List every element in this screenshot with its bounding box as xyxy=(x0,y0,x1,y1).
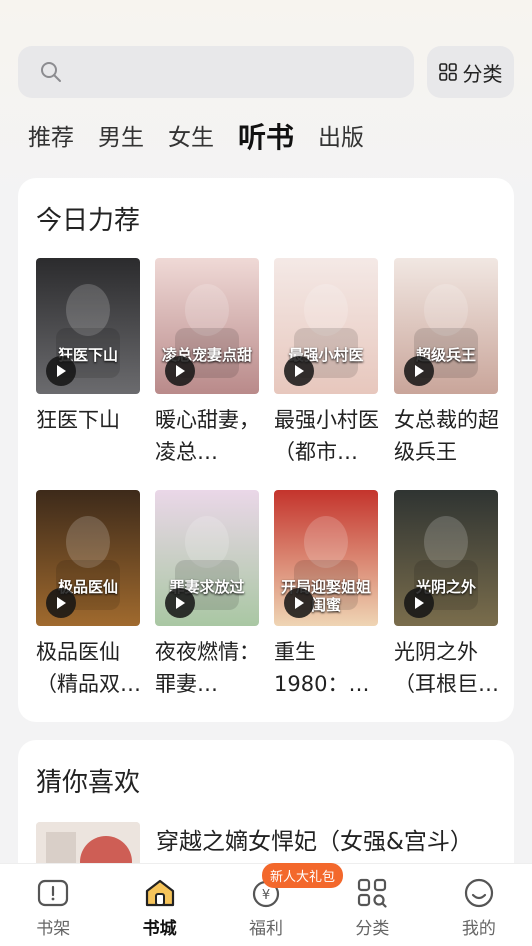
book-title[interactable]: 夜夜燃情：罪妻… xyxy=(155,636,265,700)
book-title[interactable]: 最强小村医（都市… xyxy=(274,404,384,468)
nav-label: 书城 xyxy=(142,919,177,939)
book-item[interactable]: 光阴之外 光阴之外（耳根巨… xyxy=(394,490,499,700)
book-item[interactable]: 凌总宠妻点甜 暖心甜妻，凌总… xyxy=(155,258,260,468)
play-button[interactable] xyxy=(404,356,434,386)
play-icon xyxy=(176,597,185,609)
book-cover[interactable]: 最强小村医 xyxy=(274,258,378,394)
book-item[interactable]: 开局迎娶姐姐闺蜜 重生1980：… xyxy=(274,490,378,700)
play-icon xyxy=(176,365,185,377)
play-icon xyxy=(415,597,424,609)
book-title[interactable]: 重生1980：… xyxy=(274,636,384,700)
play-button[interactable] xyxy=(284,588,314,618)
book-title[interactable]: 狂医下山 xyxy=(36,404,146,436)
category-button[interactable]: 分类 xyxy=(427,46,514,98)
header-background xyxy=(0,0,532,200)
nav-label: 我的 xyxy=(461,919,496,939)
nav-bookshelf[interactable]: 书架 xyxy=(0,864,106,946)
book-cover[interactable]: 超级兵王 xyxy=(394,258,498,394)
play-button[interactable] xyxy=(284,356,314,386)
play-icon xyxy=(415,365,424,377)
category-button-label: 分类 xyxy=(462,61,503,86)
grid-icon xyxy=(438,63,457,81)
bottom-nav: 书架 书城 ¥ 福利 分类 我的 新人大礼包 xyxy=(0,863,532,946)
tab-publish[interactable]: 出版 xyxy=(318,116,364,160)
tab-male[interactable]: 男生 xyxy=(98,116,144,160)
book-item[interactable]: 罪妻求放过 夜夜燃情：罪妻… xyxy=(155,490,260,700)
book-title[interactable]: 穿越之嫡女悍妃（女强&宫斗） xyxy=(156,822,473,856)
play-icon xyxy=(295,365,304,377)
book-cover[interactable]: 极品医仙 xyxy=(36,490,140,626)
today-picks-card: 今日力荐 狂医下山 狂医下山 凌总宠妻点甜 暖心甜妻，凌总… 最强小村医 最强小村医（都市… xyxy=(18,178,514,722)
book-cover[interactable]: 狂医下山 xyxy=(36,258,140,394)
play-icon xyxy=(57,365,66,377)
category-icon xyxy=(358,878,388,908)
play-button[interactable] xyxy=(46,588,76,618)
book-title[interactable]: 光阴之外（耳根巨… xyxy=(394,636,504,700)
book-item[interactable]: 最强小村医 最强小村医（都市… xyxy=(274,258,379,468)
book-item[interactable]: 极品医仙 极品医仙（精品双… xyxy=(36,490,141,700)
bookshelf-icon xyxy=(38,879,69,907)
book-cover[interactable]: 开局迎娶姐姐闺蜜 xyxy=(274,490,378,626)
section-title: 猜你喜欢 xyxy=(36,768,141,798)
nav-bookstore[interactable]: 书城 xyxy=(106,864,212,946)
channel-tabs: 推荐 男生 女生 听书 出版 xyxy=(28,116,364,160)
nav-label: 分类 xyxy=(355,919,390,939)
tab-female[interactable]: 女生 xyxy=(168,116,214,160)
search-icon xyxy=(41,62,61,82)
profile-icon xyxy=(464,878,493,908)
svg-text:¥: ¥ xyxy=(262,888,270,903)
book-title[interactable]: 极品医仙（精品双… xyxy=(36,636,146,700)
tab-audiobook[interactable]: 听书 xyxy=(238,116,294,160)
play-icon xyxy=(57,597,66,609)
bookstore-icon xyxy=(145,879,174,907)
book-cover[interactable]: 罪妻求放过 xyxy=(155,490,259,626)
nav-label: 福利 xyxy=(249,919,284,939)
play-icon xyxy=(295,597,304,609)
play-button[interactable] xyxy=(165,356,195,386)
nav-label: 书架 xyxy=(36,919,71,939)
section-title: 今日力荐 xyxy=(36,206,141,236)
tab-recommend[interactable]: 推荐 xyxy=(28,116,74,160)
new-user-gift-badge[interactable]: 新人大礼包 xyxy=(262,863,344,888)
play-button[interactable] xyxy=(404,588,434,618)
book-item[interactable]: 狂医下山 狂医下山 xyxy=(36,258,140,436)
book-title[interactable]: 女总裁的超级兵王 xyxy=(394,404,504,468)
play-button[interactable] xyxy=(46,356,76,386)
nav-profile[interactable]: 我的 xyxy=(426,864,532,946)
book-item[interactable]: 超级兵王 女总裁的超级兵王 xyxy=(394,258,499,468)
book-cover[interactable]: 光阴之外 xyxy=(394,490,498,626)
book-cover[interactable]: 凌总宠妻点甜 xyxy=(155,258,259,394)
search-bar[interactable] xyxy=(18,46,414,98)
book-title[interactable]: 暖心甜妻，凌总… xyxy=(155,404,265,468)
play-button[interactable] xyxy=(165,588,195,618)
